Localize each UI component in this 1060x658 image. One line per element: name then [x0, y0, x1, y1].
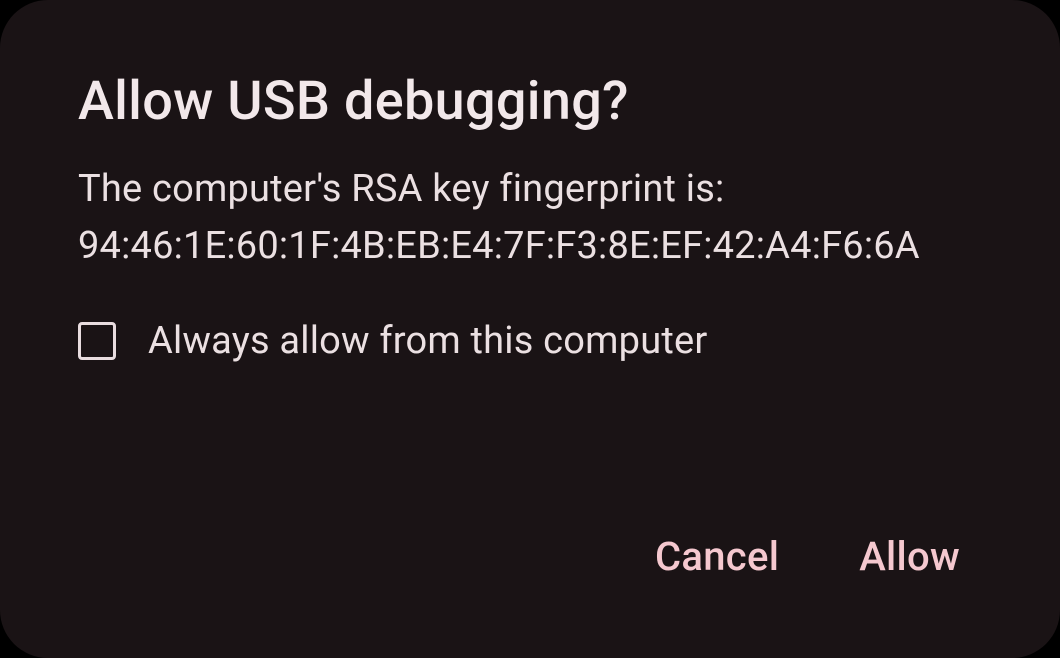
checkbox-icon[interactable]: [78, 322, 116, 360]
dialog-actions: Cancel Allow: [78, 525, 982, 608]
rsa-fingerprint: 94:46:1E:60:1F:4B:EB:E4:7F:F3:8E:EF:42:A…: [78, 224, 920, 268]
cancel-button[interactable]: Cancel: [651, 525, 783, 588]
allow-button[interactable]: Allow: [855, 525, 964, 588]
body-intro-text: The computer's RSA key fingerprint is:: [78, 167, 724, 211]
dialog-body: The computer's RSA key fingerprint is: 9…: [78, 161, 982, 275]
checkbox-label: Always allow from this computer: [148, 319, 707, 363]
usb-debugging-dialog: Allow USB debugging? The computer's RSA …: [0, 0, 1060, 658]
always-allow-checkbox-row[interactable]: Always allow from this computer: [78, 319, 982, 363]
dialog-title: Allow USB debugging?: [78, 70, 982, 133]
